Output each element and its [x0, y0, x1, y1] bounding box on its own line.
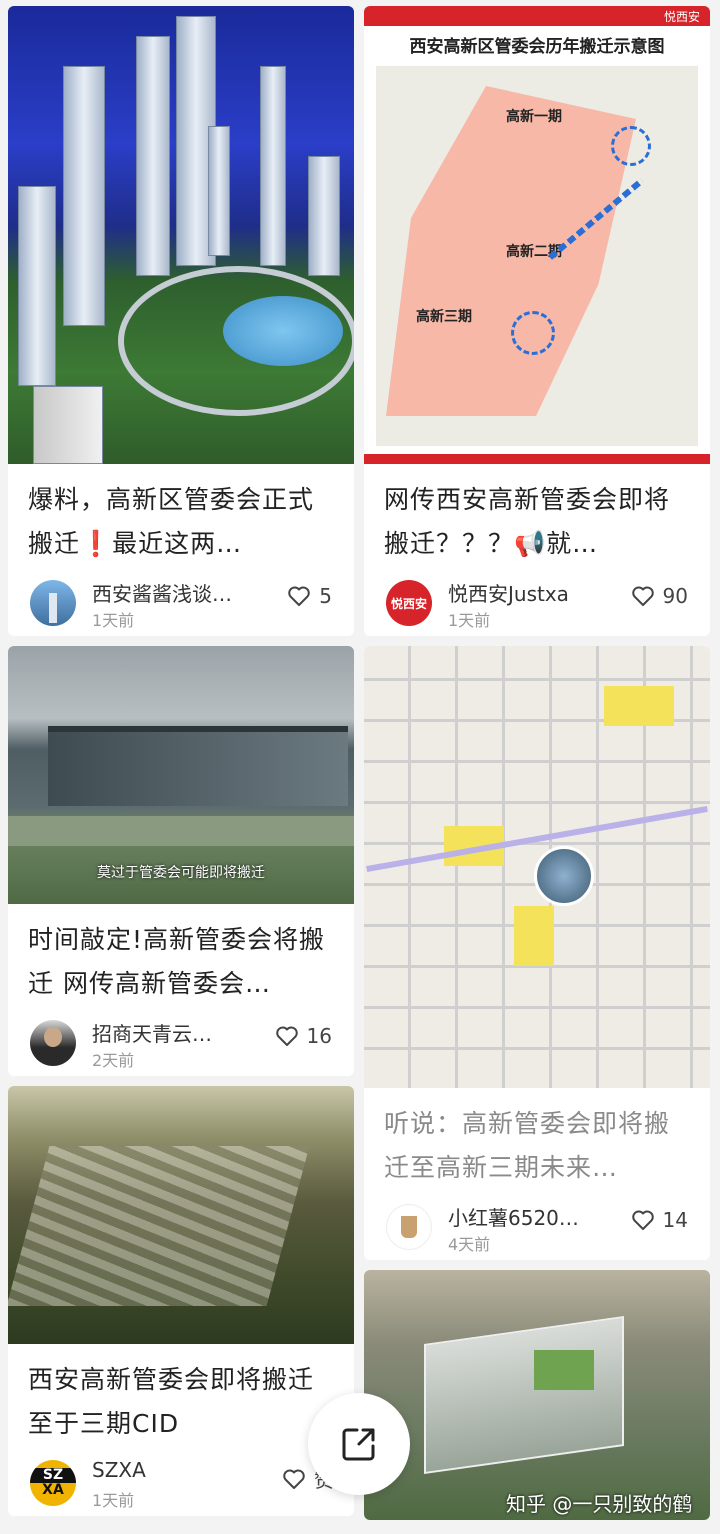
- like-count: 16: [306, 1024, 332, 1048]
- author-name[interactable]: 悦西安Justxa: [448, 578, 569, 607]
- tower-shape: [208, 126, 230, 256]
- map-label: 高新一期: [506, 109, 562, 125]
- avatar-face-shape: [44, 1027, 62, 1047]
- tower-shape: [63, 66, 105, 326]
- like-count: 5: [319, 584, 332, 608]
- heart-icon: [631, 586, 654, 606]
- like-count: 90: [662, 584, 688, 608]
- avatar[interactable]: [386, 1204, 432, 1250]
- post-image-relocation-map[interactable]: 悦西安 西安高新区管委会历年搬迁示意图 高新一期 高新二期 高新三期: [364, 6, 710, 464]
- heart-icon: [631, 1210, 654, 1230]
- post-time: 2天前: [92, 1051, 135, 1070]
- avatar[interactable]: 悦西安: [386, 580, 432, 626]
- post-time: 1天前: [92, 611, 135, 630]
- image-caption: 莫过于管委会可能即将搬迁: [97, 865, 265, 881]
- post-meta: 西安酱酱浅谈… 1天前 5: [8, 574, 354, 636]
- location-marker: [611, 126, 651, 166]
- post-image-aerial-building[interactable]: [364, 1270, 710, 1520]
- post-meta: SZ XA SZXA 1天前 赞: [8, 1454, 354, 1516]
- feed-card[interactable]: 莫过于管委会可能即将搬迁 时间敲定!高新管委会将搬迁 网传高新管委会… 招商天青…: [8, 646, 354, 1076]
- lake-shape: [223, 296, 343, 366]
- feed-card[interactable]: 听说：高新管委会即将搬迁至高新三期未来… 小红薯6520… 4天前 14: [364, 646, 710, 1260]
- post-title[interactable]: 爆料，高新区管委会正式搬迁❗️最近这两…: [8, 464, 354, 574]
- avatar-tower-shape: [49, 593, 57, 623]
- map-block: [604, 686, 674, 726]
- avatar[interactable]: SZ XA: [30, 1460, 76, 1506]
- feed-card[interactable]: 悦西安 西安高新区管委会历年搬迁示意图 高新一期 高新二期 高新三期 网传西安高…: [364, 6, 710, 636]
- post-title[interactable]: 听说：高新管委会即将搬迁至高新三期未来…: [364, 1088, 710, 1198]
- avatar-text-top: SZ: [30, 1468, 76, 1483]
- post-time: 4天前: [448, 1235, 491, 1254]
- location-marker: [511, 311, 555, 355]
- map-area: 高新一期 高新二期 高新三期: [376, 66, 698, 446]
- share-button[interactable]: [308, 1393, 410, 1495]
- watermark: 知乎 @一只别致的鹤: [506, 1492, 693, 1516]
- post-meta: 悦西安 悦西安Justxa 1天前 90: [364, 574, 710, 636]
- author-name[interactable]: SZXA: [92, 1458, 146, 1482]
- city-blocks-shape: [8, 1146, 310, 1306]
- heart-icon: [283, 1469, 305, 1489]
- like-button[interactable]: 16: [275, 1024, 332, 1048]
- author-name[interactable]: 招商天青云…: [92, 1018, 212, 1047]
- post-title[interactable]: 西安高新管委会即将搬迁至于三期CID: [8, 1344, 354, 1454]
- tower-shape: [136, 36, 170, 276]
- feed-column-left: 爆料，高新区管委会正式搬迁❗️最近这两… 西安酱酱浅谈… 1天前 5 莫过于管委…: [8, 6, 354, 1526]
- like-count: 14: [662, 1208, 688, 1232]
- building-shape: [48, 726, 348, 806]
- avatar[interactable]: [30, 1020, 76, 1066]
- landmark-marker: [534, 846, 594, 906]
- map-label: 高新三期: [416, 309, 472, 325]
- map-brand: 悦西安: [663, 10, 700, 24]
- share-icon: [342, 1428, 375, 1461]
- feed-column-right: 悦西安 西安高新区管委会历年搬迁示意图 高新一期 高新二期 高新三期 网传西安高…: [364, 6, 710, 1530]
- heart-icon: [288, 586, 311, 606]
- post-image-office-building[interactable]: 莫过于管委会可能即将搬迁: [8, 646, 354, 904]
- post-meta: 小红薯6520… 4天前 14: [364, 1198, 710, 1260]
- avatar-drink-shape: [401, 1216, 417, 1238]
- map-title: 西安高新区管委会历年搬迁示意图: [409, 37, 665, 57]
- post-image-skyscraper-model[interactable]: [8, 6, 354, 464]
- tower-shape: [260, 66, 286, 266]
- post-time: 1天前: [92, 1491, 135, 1510]
- post-image-aerial-city[interactable]: [8, 1086, 354, 1344]
- building-shape: [33, 386, 103, 464]
- post-time: 1天前: [448, 611, 491, 630]
- building-shape: [424, 1315, 624, 1475]
- header-bar: 悦西安: [364, 6, 710, 26]
- avatar-text-bottom: XA: [42, 1482, 64, 1498]
- footer-bar: [364, 454, 710, 464]
- post-meta: 招商天青云… 2天前 16: [8, 1014, 354, 1076]
- map-block: [514, 906, 554, 966]
- heart-icon: [275, 1026, 298, 1046]
- avatar[interactable]: [30, 580, 76, 626]
- like-button[interactable]: 90: [631, 584, 688, 608]
- like-button[interactable]: 5: [287, 584, 332, 608]
- author-name[interactable]: 小红薯6520…: [448, 1202, 579, 1231]
- like-button[interactable]: 14: [631, 1208, 688, 1232]
- tower-shape: [18, 186, 56, 386]
- feed-card[interactable]: 西安高新管委会即将搬迁至于三期CID SZ XA SZXA 1天前 赞: [8, 1086, 354, 1516]
- post-image-street-map[interactable]: [364, 646, 710, 1088]
- tower-shape: [308, 156, 340, 276]
- green-roof-shape: [534, 1350, 594, 1390]
- feed-card[interactable]: [364, 1270, 710, 1520]
- feed-card[interactable]: 爆料，高新区管委会正式搬迁❗️最近这两… 西安酱酱浅谈… 1天前 5: [8, 6, 354, 636]
- post-title[interactable]: 网传西安高新管委会即将搬迁？？？📢就…: [364, 464, 710, 574]
- ground-shape: [8, 816, 354, 846]
- author-name[interactable]: 西安酱酱浅谈…: [92, 578, 232, 607]
- post-title[interactable]: 时间敲定!高新管委会将搬迁 网传高新管委会…: [8, 904, 354, 1014]
